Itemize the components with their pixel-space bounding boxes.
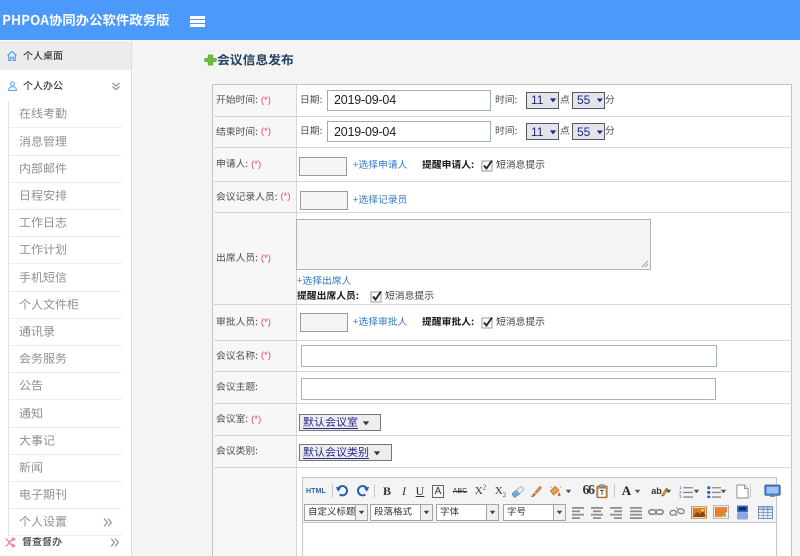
svg-text:3: 3 xyxy=(679,494,682,498)
